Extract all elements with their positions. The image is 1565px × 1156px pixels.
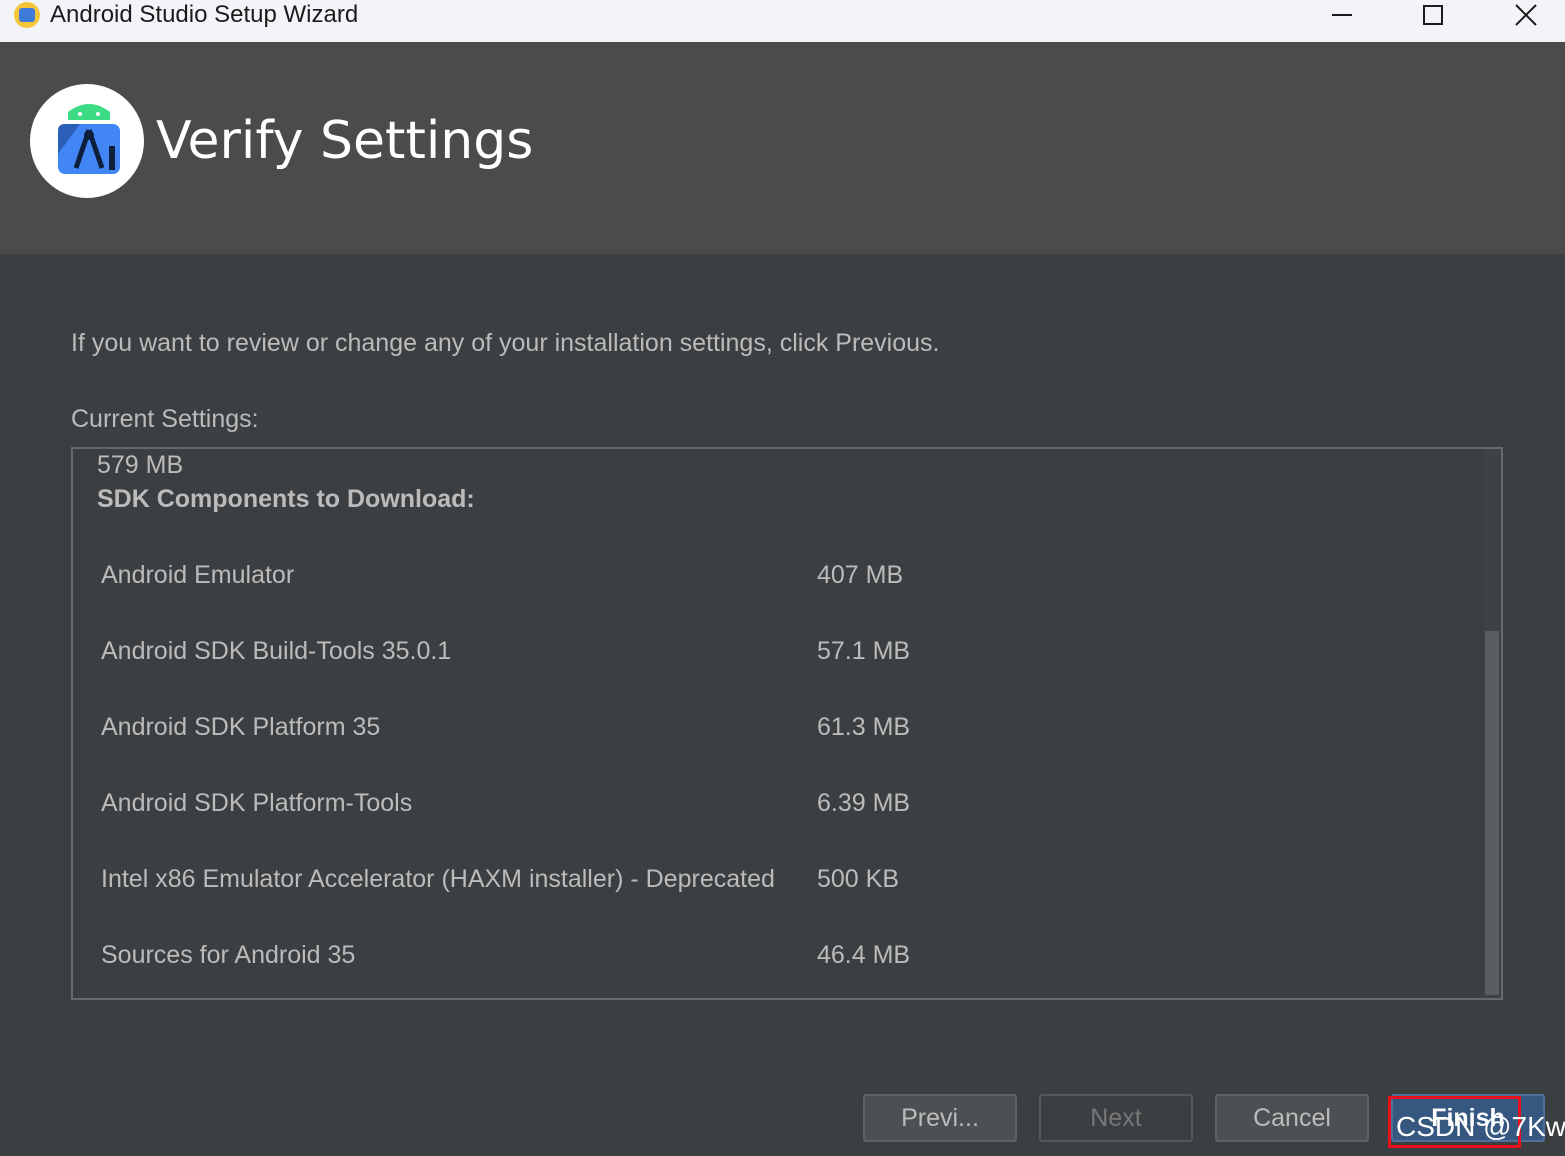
component-row: Android SDK Build-Tools 35.0.1 57.1 MB — [73, 633, 1473, 669]
maximize-icon — [1423, 5, 1443, 25]
total-size-text: 579 MB — [97, 451, 184, 479]
section-heading: SDK Components to Download: — [97, 485, 475, 513]
android-studio-app-icon — [14, 2, 40, 28]
component-size: 46.4 MB — [817, 941, 911, 969]
next-button[interactable]: Next — [1039, 1094, 1193, 1142]
component-row: Android SDK Platform 35 61.3 MB — [73, 709, 1473, 745]
component-name: Android SDK Build-Tools 35.0.1 — [101, 637, 452, 665]
close-button[interactable] — [1486, 0, 1565, 30]
component-name: Sources for Android 35 — [101, 941, 356, 969]
window-title: Android Studio Setup Wizard — [50, 1, 359, 28]
component-name: Intel x86 Emulator Accelerator (HAXM ins… — [101, 865, 775, 893]
minimize-icon — [1332, 14, 1352, 16]
component-size: 57.1 MB — [817, 637, 911, 665]
wizard-header: Verify Settings — [0, 42, 1565, 254]
page-title: Verify Settings — [156, 111, 534, 171]
android-studio-logo-icon — [30, 84, 144, 198]
maximize-button[interactable] — [1393, 0, 1473, 30]
component-size: 500 KB — [817, 865, 900, 893]
component-name: Android SDK Platform 35 — [101, 713, 381, 741]
cancel-button[interactable]: Cancel — [1215, 1094, 1369, 1142]
previous-button[interactable]: Previ... — [863, 1094, 1017, 1142]
watermark-text: CSDN @7Kw — [1396, 1111, 1565, 1142]
component-row: Android Emulator 407 MB — [73, 557, 1473, 593]
close-icon — [1515, 4, 1537, 26]
component-size: 407 MB — [817, 561, 904, 589]
component-size: 61.3 MB — [817, 713, 911, 741]
window-titlebar: Android Studio Setup Wizard — [0, 0, 1565, 42]
component-name: Android SDK Platform-Tools — [101, 789, 413, 817]
component-row: Sources for Android 35 46.4 MB — [73, 937, 1473, 973]
minimize-button[interactable] — [1302, 0, 1382, 30]
intro-text: If you want to review or change any of y… — [71, 329, 940, 357]
scrollbar-thumb[interactable] — [1485, 631, 1499, 995]
current-settings-label: Current Settings: — [71, 405, 259, 433]
component-row: Android SDK Platform-Tools 6.39 MB — [73, 785, 1473, 821]
current-settings-panel[interactable]: 579 MB SDK Components to Download: Andro… — [71, 447, 1503, 1000]
component-name: Android Emulator — [101, 561, 295, 589]
component-size: 6.39 MB — [817, 789, 911, 817]
component-row: Intel x86 Emulator Accelerator (HAXM ins… — [73, 861, 1473, 897]
